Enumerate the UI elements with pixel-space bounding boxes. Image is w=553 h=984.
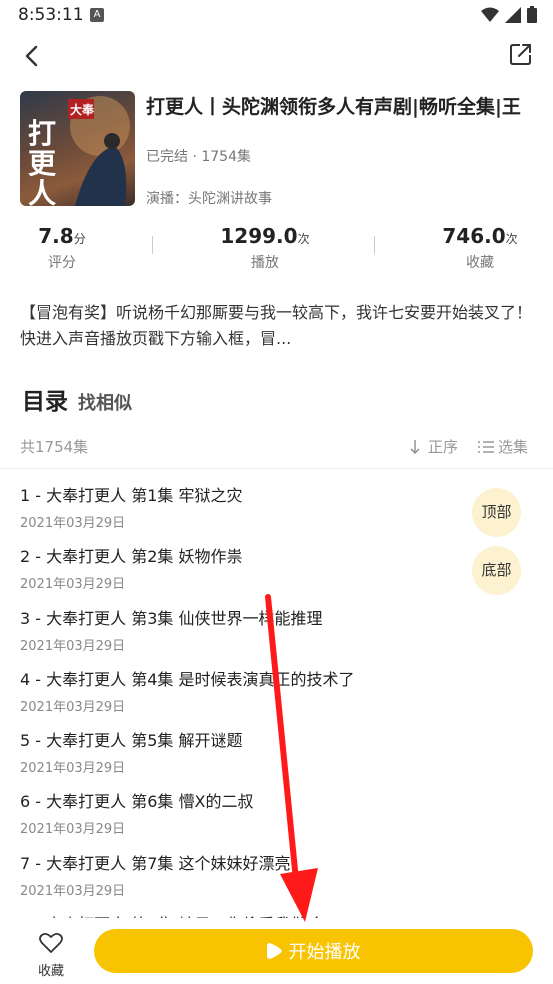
back-button[interactable] (18, 42, 48, 72)
list-item[interactable]: 1 - 大奉打更人 第1集 牢狱之灾 2021年03月29日 (20, 482, 490, 543)
episode-date: 2021年03月29日 (20, 699, 126, 715)
episode-title: 1 - 大奉打更人 第1集 牢狱之灾 (20, 486, 243, 505)
episode-title: 3 - 大奉打更人 第3集 仙侠世界一样能推理 (20, 608, 323, 628)
episode-title: 6 - 大奉打更人 第6集 懵X的二叔 (20, 792, 254, 812)
stat-divider (152, 236, 153, 254)
stat-divider (374, 236, 375, 254)
album-description[interactable]: 【冒泡有奖】听说杨千幻那厮要与我一较高下，我许七安要开始装叉了！快进入声音播放页… (20, 300, 535, 352)
tab-catalog[interactable]: 目录 (22, 382, 68, 416)
list-item[interactable]: 3 - 大奉打更人 第3集 仙侠世界一样能推理 2021年03月29日 (20, 605, 490, 666)
cover-badge: 大奉 (70, 103, 95, 117)
list-icon (478, 440, 494, 453)
episode-date: 2021年03月29日 (20, 516, 126, 531)
favorite-button[interactable]: 收藏 (30, 932, 72, 979)
list-item[interactable]: 6 - 大奉打更人 第6集 懵X的二叔 2021年03月29日 (20, 788, 490, 849)
favorite-label: 收藏 (37, 964, 64, 979)
status-time: 8:53:11 (18, 5, 84, 25)
tab-similar[interactable]: 找相似 (78, 389, 132, 415)
status-bar: 8:53:11 A (0, 0, 553, 32)
chevron-left-icon (25, 45, 38, 67)
episode-list: 1 - 大奉打更人 第1集 牢狱之灾 2021年03月29日 2 - 大奉打更人… (20, 482, 490, 972)
heart-icon (39, 932, 63, 953)
episode-title: 7 - 大奉打更人 第7集 这个妹妹好漂亮 (20, 853, 291, 873)
scroll-top-button[interactable]: 顶部 (472, 488, 521, 537)
stat-rating: 7.8分 评分 (22, 224, 102, 272)
cover-title: 打更人 (28, 117, 57, 207)
divider (0, 468, 553, 469)
start-play-label: 开始播放 (288, 942, 361, 963)
stat-plays-value: 1299.0 (220, 224, 298, 248)
wifi-icon (481, 7, 499, 22)
share-button[interactable] (509, 42, 533, 66)
battery-icon (527, 6, 537, 23)
album-status: 已完结 · 1754集 (146, 149, 251, 165)
notification-icon: A (90, 8, 104, 22)
stat-favorites-unit: 次 (505, 232, 518, 246)
stat-plays: 1299.0次 播放 (210, 224, 320, 272)
start-play-button[interactable]: 开始播放 (94, 929, 533, 973)
stat-favorites-value: 746.0 (442, 224, 506, 248)
select-label: 选集 (498, 438, 529, 456)
stat-favorites-label: 收藏 (466, 255, 494, 271)
order-label: 正序 (428, 438, 459, 456)
catalog-tabs: 目录 找相似 (22, 382, 132, 416)
episode-count: 共1754集 (20, 438, 89, 456)
episode-date: 2021年03月29日 (20, 822, 126, 838)
episode-date: 2021年03月29日 (20, 577, 126, 593)
list-item[interactable]: 7 - 大奉打更人 第7集 这个妹妹好漂亮 2021年03月29日 (20, 850, 490, 911)
episode-title: 4 - 大奉打更人 第4集 是时候表演真正的技术了 (20, 669, 355, 689)
stat-rating-unit: 分 (73, 232, 86, 246)
select-episodes-button[interactable]: 选集 (478, 436, 528, 457)
episode-date: 2021年03月29日 (20, 761, 126, 777)
episode-title: 2 - 大奉打更人 第2集 妖物作祟 (20, 547, 243, 567)
share-icon (510, 44, 531, 65)
order-button[interactable]: 正序 (410, 436, 458, 457)
stat-plays-label: 播放 (251, 255, 279, 271)
album-title: 打更人丨头陀渊领衔多人有声剧|畅听全集|王 (146, 96, 521, 118)
album-cover[interactable]: 大奉 打更人 (20, 91, 135, 206)
list-item[interactable]: 5 - 大奉打更人 第5集 解开谜题 2021年03月29日 (20, 727, 490, 788)
album-narrator: 演播：头陀渊讲故事 (146, 191, 272, 207)
stats-row: 7.8分 评分 1299.0次 播放 746.0次 收藏 (0, 224, 553, 276)
stat-rating-label: 评分 (48, 255, 76, 271)
episode-date: 2021年03月29日 (20, 883, 126, 899)
episode-date: 2021年03月29日 (20, 638, 126, 654)
bottom-bar: 收藏 开始播放 (0, 918, 553, 984)
signal-icon (505, 6, 521, 23)
scroll-bottom-button[interactable]: 底部 (472, 546, 521, 595)
play-icon (266, 943, 282, 959)
sort-icon (410, 439, 420, 454)
stat-rating-value: 7.8 (38, 224, 74, 248)
list-item[interactable]: 4 - 大奉打更人 第4集 是时候表演真正的技术了 2021年03月29日 (20, 666, 490, 727)
stat-plays-unit: 次 (297, 232, 310, 246)
episode-title: 5 - 大奉打更人 第5集 解开谜题 (20, 731, 243, 751)
stat-favorites: 746.0次 收藏 (430, 224, 530, 272)
list-item[interactable]: 2 - 大奉打更人 第2集 妖物作祟 2021年03月29日 (20, 543, 490, 604)
